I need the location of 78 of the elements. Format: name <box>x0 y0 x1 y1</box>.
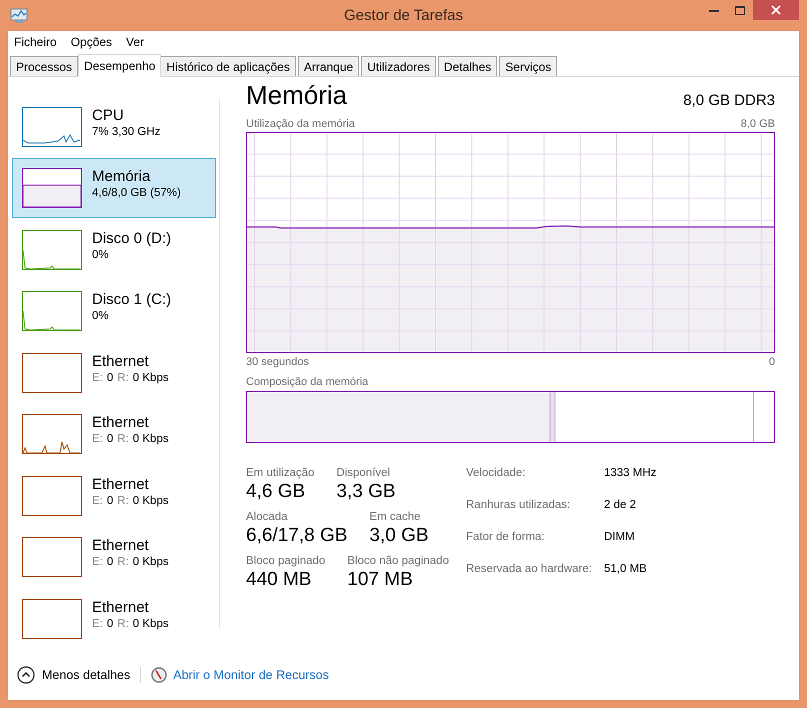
fewer-details-button[interactable]: Menos detalhes <box>17 666 130 684</box>
stat-value: 3,0 GB <box>369 525 429 547</box>
sidebar-item[interactable]: Ethernet E: 0 R: 0 Kbps <box>12 527 216 586</box>
stat-label: Em cache <box>369 511 422 523</box>
activity-line <box>22 310 80 331</box>
stat-value: 4,6 GB <box>246 481 306 503</box>
time-span-label: 30 segundos <box>246 356 309 368</box>
device-name: Disco 0 (D:) <box>92 230 172 247</box>
property-label: Ranhuras utilizadas: <box>466 499 572 513</box>
device-reading: 0% <box>92 310 110 322</box>
stat-label: Bloco não paginado <box>347 555 449 567</box>
device-name: Ethernet <box>92 476 150 493</box>
tab[interactable]: Utilizadores <box>361 56 436 76</box>
sidebar-item[interactable]: Disco 1 (C:) 0% <box>12 281 216 341</box>
device-reading: E: 0 R: 0 Kbps <box>92 433 170 446</box>
property-label: Reservada ao hardware: <box>466 563 593 577</box>
property-value: DIMM <box>604 531 636 545</box>
device-name: Ethernet <box>92 352 150 370</box>
device-name: Memória <box>92 168 152 186</box>
stat-label: Disponível <box>336 467 392 479</box>
capacity-label: 8,0 GB DDR3 <box>683 92 775 111</box>
menu-item[interactable]: Ver <box>126 35 144 49</box>
tab[interactable]: Processos <box>10 56 78 76</box>
tab[interactable]: Histórico de aplicações <box>160 56 296 76</box>
sidebar-item[interactable]: Ethernet E: 0 R: 0 Kbps <box>12 588 216 648</box>
window-title: Gestor de Tarefas <box>344 7 463 24</box>
chevron-up-icon <box>17 666 35 684</box>
property-value: 2 de 2 <box>604 499 637 513</box>
activity-line <box>22 134 80 144</box>
app-icon <box>10 8 28 24</box>
device-reading: 4,6/8,0 GB (57%) <box>92 187 182 200</box>
menu-item[interactable]: Opções <box>70 35 112 49</box>
device-reading: 7% 3,30 GHz <box>92 126 162 138</box>
stat-value: 440 MB <box>246 569 312 591</box>
stat-value: 3,3 GB <box>336 481 396 503</box>
tab[interactable]: Arranque <box>298 56 360 76</box>
activity-line <box>22 249 80 270</box>
sidebar-item[interactable]: Ethernet E: 0 R: 0 Kbps <box>12 404 216 464</box>
property-value: 1333 MHz <box>604 467 656 481</box>
close-button[interactable] <box>753 0 799 20</box>
sidebar-item[interactable]: Disco 0 (D:) 0% <box>12 220 216 280</box>
stat-value: 107 MB <box>347 569 414 591</box>
device-reading: 0% <box>92 248 110 261</box>
activity-line <box>22 442 80 454</box>
device-reading: E: 0 R: 0 Kbps <box>92 372 170 384</box>
device-name: Ethernet <box>92 537 150 554</box>
tab[interactable]: Detalhes <box>438 56 498 76</box>
property-label: Velocidade: <box>466 467 526 481</box>
minimize-icon <box>709 8 719 12</box>
device-reading: E: 0 R: 0 Kbps <box>92 556 170 568</box>
composition-title: Composição da memória <box>246 376 368 388</box>
menu-item[interactable]: Ficheiro <box>14 35 57 49</box>
property-label: Fator de forma: <box>466 531 546 545</box>
graph-max-label: 8,0 GB <box>740 118 775 130</box>
device-name: Disco 1 (C:) <box>92 291 172 308</box>
sidebar-item[interactable]: Memória 4,6/8,0 GB (57%) <box>12 158 216 218</box>
tab[interactable]: Desempenho <box>78 54 162 77</box>
stat-label: Bloco paginado <box>246 555 326 567</box>
close-icon <box>771 5 781 15</box>
page-heading: Memória <box>246 80 348 111</box>
device-name: Ethernet <box>92 414 150 432</box>
device-name: Ethernet <box>92 598 150 616</box>
device-reading: E: 0 R: 0 Kbps <box>92 494 170 507</box>
graph-title: Utilização da memória <box>246 118 355 130</box>
resource-monitor-link[interactable]: Abrir o Monitor de Recursos <box>151 667 329 683</box>
maximize-icon <box>735 6 745 14</box>
sidebar-item[interactable]: Ethernet E: 0 R: 0 Kbps <box>12 466 216 526</box>
sidebar-item[interactable]: Ethernet E: 0 R: 0 Kbps <box>12 342 216 402</box>
stat-label: Em utilização <box>246 467 314 479</box>
gauge-icon <box>151 667 168 683</box>
property-value: 51,0 MB <box>604 563 648 577</box>
device-name: CPU <box>92 107 125 124</box>
stat-label: Alocada <box>246 511 289 523</box>
sidebar-item[interactable]: CPU 7% 3,30 GHz <box>12 97 216 156</box>
tab[interactable]: Serviços <box>499 56 558 76</box>
device-reading: E: 0 R: 0 Kbps <box>92 618 170 630</box>
time-end-label: 0 <box>768 356 775 368</box>
stat-value: 6,6/17,8 GB <box>246 525 348 547</box>
